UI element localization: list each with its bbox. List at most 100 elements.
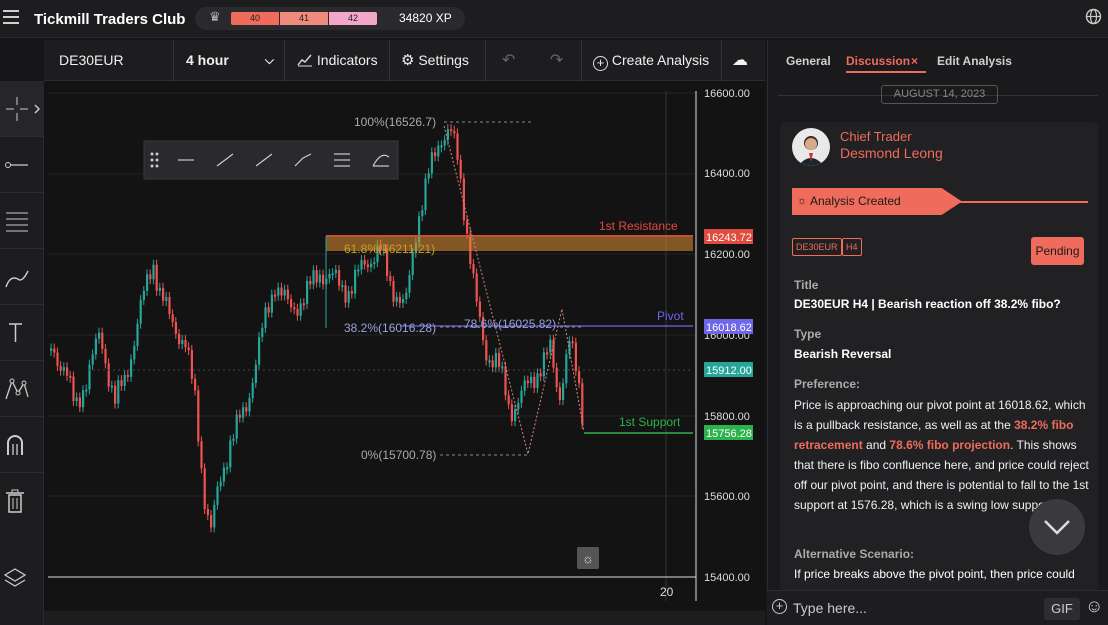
status-badge[interactable]: Pending [1031,237,1084,265]
emoji-icon[interactable]: ☺ [1085,596,1103,617]
y-tick-label: 15400.00 [704,572,750,584]
message-input[interactable] [793,598,1033,618]
timeframe-label: 4 hour [186,52,229,68]
create-analysis-button[interactable]: + Create Analysis [582,40,722,81]
price-chart[interactable]: 1st Resistance Pivot 1st Support 100%(16… [44,81,765,611]
tab-general[interactable]: General [786,54,831,68]
alternative-text: If price breaks above the pivot point, t… [794,567,1075,581]
gif-button[interactable]: GIF [1044,598,1080,620]
tab-discussion[interactable]: Discussion [846,54,910,68]
candle-body [107,363,110,387]
settings-button[interactable]: ⚙ Settings [390,40,486,81]
redo-icon[interactable]: ↷ [550,52,563,69]
candle-body [229,440,232,468]
candle-body [213,504,216,528]
trendline-tool[interactable] [0,137,44,193]
candle-body [251,382,254,398]
crosshair-tool[interactable] [0,81,44,137]
candle-body [123,374,126,386]
delete-tool[interactable] [0,473,44,529]
layers-tool[interactable] [0,551,44,607]
y-axis-labels: 16600.00 16400.00 16200.00 16000.00 1580… [704,88,750,584]
symbol-selector[interactable]: DE30EUR [44,40,174,81]
lightbulb-icon: ☼ [582,551,594,566]
candle-body [78,397,81,408]
candle-body [309,280,312,285]
candle-body [290,299,293,308]
upload-button[interactable]: ☁ [722,40,765,81]
pattern-icon [5,378,29,400]
candle-body [286,289,289,300]
candle-body [526,380,529,384]
scroll-down-button[interactable] [1029,499,1085,555]
candle-body [190,349,193,379]
candle-body [149,274,152,280]
text-icon [9,323,22,342]
timeframe-dropdown[interactable]: 4 hour ⌵ [174,40,285,81]
candle-body [514,409,517,422]
candle-body [475,273,478,302]
candle-body [424,178,427,211]
candle-body [158,287,161,291]
candle-body [146,274,149,291]
candle-body [331,273,334,276]
support-label: 1st Support [619,415,681,429]
fib-0-label: 0%(15700.78) [361,448,436,462]
brush-tool[interactable] [0,249,44,305]
magnet-tool[interactable] [0,417,44,473]
pattern-tool[interactable] [0,361,44,417]
candle-body [568,341,571,355]
xp-progress: ♛ 40 41 42 34820 XP [195,7,465,30]
candle-body [574,342,577,372]
preference-text-part: and [862,438,890,452]
candle-body [347,291,350,303]
candle-body [459,159,462,179]
candle-body [152,264,155,280]
candle-body [203,468,206,510]
candle-body [549,339,552,353]
message-composer: + GIF ☺ [767,590,1108,625]
title-label: Title [794,278,819,292]
text-tool[interactable] [0,305,44,361]
fib-tool[interactable] [0,193,44,249]
y-tick-label: 16200.00 [704,249,750,261]
undo-icon[interactable]: ↶ [502,52,515,69]
tab-edit-analysis[interactable]: Edit Analysis [937,54,1012,68]
candle-body [162,287,165,301]
fib-786-label: 78.6%(16025.82) [464,317,556,331]
candle-body [82,390,85,408]
chart-canvas[interactable]: 1st Resistance Pivot 1st Support 100%(16… [44,81,765,611]
lightbulb-icon: ☼ [797,195,808,207]
add-attachment-icon[interactable]: + [772,599,787,614]
candle-body [315,270,318,283]
level-segment: 40 [231,12,279,25]
candle-body [142,290,145,300]
candle-body [562,383,565,400]
candle-body [411,252,414,276]
candle-body [248,397,251,412]
candle-body [478,301,481,317]
cloud-upload-icon: ☁ [732,52,748,69]
candle-body [299,303,302,316]
candle-body [50,348,53,351]
level-segment: 41 [280,12,328,25]
candle-body [472,264,475,274]
candle-body [571,341,574,344]
candle-body [552,339,555,368]
candle-body [488,360,491,363]
close-icon[interactable]: × [911,54,918,68]
candle-body [264,307,267,328]
candle-body [485,340,488,361]
candle-body [270,294,273,313]
candle-body [94,338,97,355]
level-segment: 42 [329,12,377,25]
candle-body [462,178,465,221]
candle-body [69,375,72,378]
analysis-created-banner: ☼ Analysis Created [792,188,962,215]
menu-icon[interactable] [3,10,19,24]
candle-body [360,260,363,270]
candle-body [267,307,270,313]
indicators-button[interactable]: Indicators [285,40,390,81]
candle-body [194,378,197,391]
globe-icon[interactable] [1085,8,1102,25]
